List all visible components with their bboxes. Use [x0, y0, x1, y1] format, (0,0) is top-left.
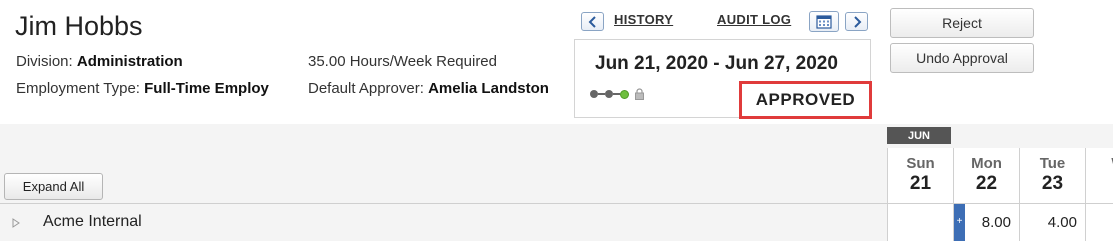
day-number: 22 — [975, 173, 998, 194]
day-number: 21 — [909, 173, 932, 194]
day-name: Sun — [906, 155, 935, 172]
day-name: W — [1086, 155, 1113, 172]
hours-cell-wed[interactable]: 3 — [1085, 204, 1113, 241]
division-value: Administration — [76, 53, 183, 70]
progress-connector — [613, 93, 620, 95]
progress-connector — [598, 93, 605, 95]
reject-button[interactable]: Reject — [890, 8, 1034, 38]
approver-label: Default Approver: — [308, 80, 424, 97]
pay-period-range: Jun 21, 2020 - Jun 27, 2020 — [595, 53, 838, 74]
approver-info: Default Approver: Amelia Landston — [308, 80, 566, 97]
previous-period-button[interactable] — [581, 12, 604, 31]
hours-required: 35.00 Hours/Week Required — [308, 53, 497, 70]
audit-log-link[interactable]: AUDIT LOG — [717, 12, 791, 27]
employment-type-value: Full-Time Employ — [144, 80, 269, 97]
division-info: Division: Administration — [16, 53, 286, 70]
day-header-wed: W 2 — [1085, 148, 1113, 203]
calendar-icon — [816, 15, 832, 29]
day-name: Mon — [971, 155, 1002, 172]
approval-progress — [590, 88, 644, 100]
progress-step-icon — [605, 90, 613, 98]
history-link[interactable]: HISTORY — [614, 12, 673, 27]
day-number: 23 — [1041, 173, 1064, 194]
employment-type-label: Employment Type: — [16, 80, 140, 97]
hours-cell-tue[interactable]: 4.00 — [1019, 204, 1085, 241]
next-period-button[interactable] — [845, 12, 868, 31]
undo-approval-button[interactable]: Undo Approval — [890, 43, 1034, 73]
employment-type-info: Employment Type: Full-Time Employ — [16, 80, 286, 97]
month-header: JUN — [887, 127, 951, 144]
calendar-button[interactable] — [809, 11, 839, 32]
chevron-left-icon — [588, 15, 596, 28]
chevron-right-icon — [853, 15, 861, 28]
day-header-sun: Sun 21 — [887, 148, 953, 203]
expand-row-icon[interactable] — [12, 218, 20, 228]
progress-step-icon — [590, 90, 598, 98]
day-name: Tue — [1039, 155, 1066, 172]
day-header-mon: Mon 22 — [953, 148, 1019, 203]
project-name: Acme Internal — [43, 213, 142, 230]
lock-icon — [635, 88, 644, 100]
expand-all-button[interactable]: Expand All — [4, 173, 103, 200]
approver-value: Amelia Landston — [428, 80, 549, 97]
division-label: Division: — [16, 53, 73, 70]
add-entry-icon[interactable]: + — [954, 204, 965, 241]
day-header-tue: Tue 23 — [1019, 148, 1085, 203]
day-number: 2 — [1086, 173, 1113, 195]
approval-status: APPROVED — [739, 81, 872, 119]
employee-name: Jim Hobbs — [15, 11, 143, 41]
progress-step-complete-icon — [620, 89, 629, 99]
hours-cell-sun[interactable] — [887, 204, 953, 241]
